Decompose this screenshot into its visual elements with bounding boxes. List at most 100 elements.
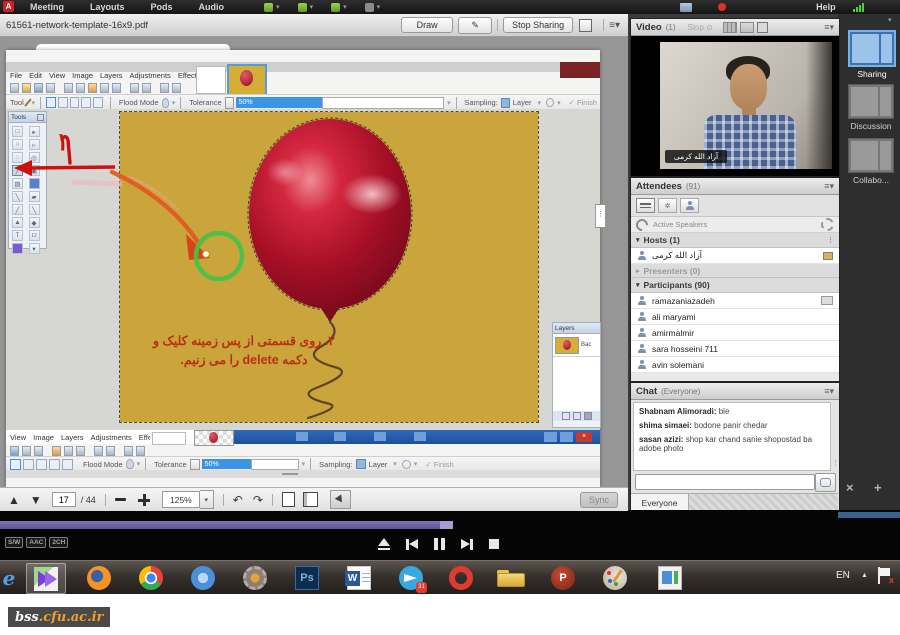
language-indicator[interactable]: EN [836, 570, 850, 581]
menu-pods[interactable]: Pods [151, 2, 173, 12]
speaker-icon[interactable] [264, 3, 273, 12]
taskbar-psiphon-icon[interactable]: P [544, 563, 582, 592]
taskbar-firefox-icon[interactable] [80, 563, 118, 592]
attendees-pod-count: (91) [686, 182, 700, 191]
grid-view-icon[interactable] [723, 22, 737, 33]
next-button[interactable] [461, 539, 473, 550]
tolerance-label: Tolerance [154, 460, 187, 469]
taskbar-settings-gear-icon[interactable] [236, 563, 274, 592]
taskbar-photoshop-icon[interactable]: Ps [288, 563, 326, 592]
tray-expand-icon[interactable]: ▲ [861, 572, 868, 579]
watermark-badge: bss .cfu.ac.ir [8, 607, 110, 627]
send-message-button[interactable] [815, 473, 836, 492]
menu-meeting[interactable]: Meeting [30, 2, 64, 12]
gear-icon[interactable] [821, 218, 834, 231]
taskbar-opera-icon[interactable] [442, 563, 480, 592]
eject-button[interactable] [378, 538, 390, 551]
chat-tab-everyone[interactable]: Everyone [631, 493, 689, 511]
stop-webcam-button[interactable]: Stop ⊙ [687, 23, 712, 32]
taskbar-chromium-icon[interactable] [184, 563, 222, 592]
video-fullscreen-icon[interactable] [757, 22, 768, 33]
webcam-icon[interactable] [331, 3, 340, 12]
layout-discussion-button[interactable]: Discussion [848, 84, 894, 131]
pointer-tool-button[interactable]: ✎ [458, 17, 492, 34]
zoom-dropdown-caret[interactable]: ▾ [200, 490, 214, 509]
taskbar-telegram-icon[interactable]: 31 [392, 563, 430, 592]
single-page-icon[interactable] [282, 492, 295, 507]
participant-row[interactable]: ali maryami [631, 309, 839, 325]
taskbar-paint-icon[interactable] [596, 563, 634, 592]
list-view-button[interactable] [636, 198, 655, 213]
share-stage[interactable]: File Edit View Image Layers Adjustments … [0, 36, 628, 487]
player-progress-bar[interactable] [0, 521, 453, 529]
webcam-caret-icon[interactable]: ▾ [343, 3, 347, 11]
zoom-out-icon[interactable] [115, 498, 126, 501]
connection-strength-icon[interactable] [852, 2, 864, 12]
rail-caret-icon[interactable]: ▾ [888, 16, 892, 24]
canvas-artwork [0, 106, 628, 436]
layout-collaboration-label: Collabo... [848, 175, 894, 185]
sync-button[interactable]: Sync [580, 492, 618, 508]
participants-section-header[interactable]: ▾Participants (90) [631, 278, 839, 293]
delete-layout-icon[interactable]: × [846, 480, 854, 495]
video-pod-header: Video (1) Stop ⊙ ≡▾ [631, 19, 839, 36]
draw-button[interactable]: Draw [401, 17, 453, 33]
progress-handle[interactable] [440, 521, 453, 529]
layout-collaboration-button[interactable]: Collabo... [848, 138, 894, 185]
editor-menu-layers: Layers [100, 71, 123, 80]
hosts-section-header[interactable]: ▾Hosts (1) ⋮ [631, 233, 839, 248]
filmstrip-view-icon[interactable] [740, 22, 754, 33]
share-pod-menu-icon[interactable]: ≡▾ [609, 20, 620, 31]
raise-hand-icon[interactable] [365, 3, 374, 12]
status-caret-icon[interactable]: ▾ [377, 3, 381, 11]
taskbar-word-icon[interactable]: W [340, 563, 378, 592]
participant-row[interactable]: sara hosseini 711 [631, 341, 839, 357]
layout-sharing-button[interactable]: Sharing [848, 30, 896, 79]
participant-row[interactable]: ramazaniazadeh [631, 293, 839, 309]
menu-help[interactable]: Help [816, 2, 836, 12]
attendees-pod-menu-icon[interactable]: ≡▾ [824, 181, 834, 192]
taskbar-internet-explorer-icon[interactable]: e [0, 563, 28, 592]
stop-button[interactable] [489, 539, 499, 549]
previous-button[interactable] [406, 539, 418, 550]
taskbar-file-explorer-icon[interactable] [488, 563, 534, 592]
page-up-icon[interactable]: ▲ [8, 493, 20, 507]
rotate-ccw-icon[interactable]: ↶ [233, 493, 243, 507]
microphone-icon[interactable] [298, 3, 307, 12]
host-row[interactable]: آزاد الله کرمی [631, 248, 839, 264]
action-center-flag-icon[interactable]: x [878, 567, 892, 585]
rotate-cw-icon[interactable]: ↷ [253, 493, 263, 507]
attendees-scrollbar[interactable]: ⋮ [827, 236, 834, 244]
two-page-icon[interactable] [303, 492, 318, 507]
screen-share-status-icon [680, 3, 692, 12]
pointer-mode-button[interactable] [330, 490, 351, 509]
fullscreen-icon[interactable] [579, 19, 592, 32]
attendee-status-view-button[interactable] [680, 198, 699, 213]
zoom-in-icon[interactable] [138, 494, 150, 506]
presenters-section-header[interactable]: ▸Presenters (0) [631, 264, 839, 278]
shared-document-title: 61561-network-template-16x9.pdf [6, 20, 148, 31]
speaker-caret-icon[interactable]: ▾ [276, 3, 280, 11]
participant-name: amirmalmir [652, 328, 694, 338]
video-pod-menu-icon[interactable]: ≡▾ [824, 22, 834, 33]
page-number-input[interactable] [52, 492, 76, 507]
add-layout-icon[interactable]: + [874, 480, 882, 495]
page-down-icon[interactable]: ▼ [30, 493, 42, 507]
menu-audio[interactable]: Audio [199, 2, 225, 12]
player-strip: S/W AAC 2CH [0, 510, 900, 560]
chat-pod-menu-icon[interactable]: ≡▾ [824, 386, 834, 397]
taskbar-chrome-icon[interactable] [132, 563, 170, 592]
chat-scrollbar[interactable]: ⋮ [832, 459, 839, 467]
participant-row[interactable]: avin solemani [631, 357, 839, 373]
taskbar-display-tool-icon[interactable] [646, 563, 694, 592]
menu-layouts[interactable]: Layouts [90, 2, 125, 12]
stop-sharing-button[interactable]: Stop Sharing [503, 17, 573, 33]
participant-name: ramazaniazadeh [652, 296, 715, 306]
taskbar-kmplayer-icon[interactable] [26, 563, 66, 594]
chat-input[interactable] [635, 474, 815, 490]
zoom-level-value[interactable]: 125% [162, 491, 200, 508]
participant-row[interactable]: amirmalmir [631, 325, 839, 341]
microphone-caret-icon[interactable]: ▾ [310, 3, 314, 11]
pause-button[interactable] [434, 538, 445, 550]
breakout-view-button[interactable]: ✲ [658, 198, 677, 213]
